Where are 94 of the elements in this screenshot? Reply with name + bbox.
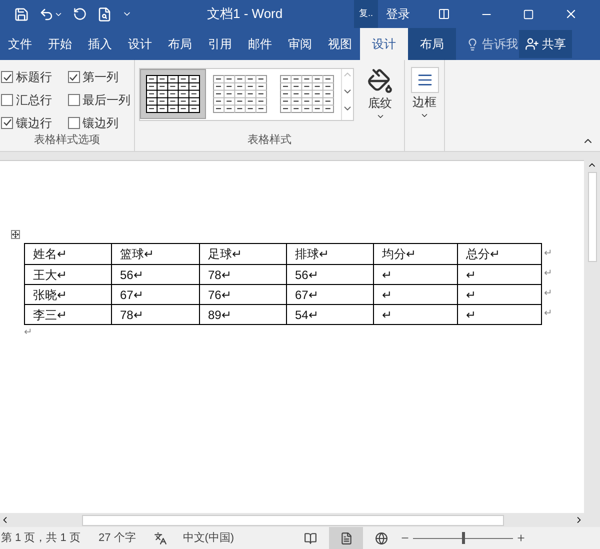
ribbon-tab[interactable]: 插入	[80, 28, 120, 60]
checkbox-label: 镶边行	[16, 114, 52, 132]
shading-button[interactable]: 底纹	[362, 68, 398, 132]
table-grid-icon	[146, 75, 200, 113]
ribbon-tab[interactable]: 审阅	[280, 28, 320, 60]
redo-icon[interactable]	[73, 7, 87, 21]
table-cell: ↵	[373, 305, 457, 324]
checkbox[interactable]	[1, 71, 13, 84]
checkbox-label: 最后一列	[82, 92, 130, 109]
row-end-mark: ↵	[544, 306, 552, 320]
table-move-handle-icon[interactable]	[11, 230, 20, 239]
row-end-mark: ↵	[544, 266, 552, 280]
caret-icon	[376, 112, 384, 121]
page-icon	[340, 532, 353, 544]
table-cell: ↵	[457, 265, 541, 284]
group-label: 表格样式选项	[33, 133, 101, 148]
window-title: 文档1 - Word	[207, 5, 284, 24]
table-cell: 89↵	[199, 305, 286, 324]
checkbox-label: 汇总行	[16, 92, 52, 109]
table-cell: ↵	[373, 285, 457, 304]
share-button[interactable]: 共享	[519, 30, 572, 58]
sign-in-button[interactable]: 登录	[384, 5, 412, 23]
read-mode-icon[interactable]	[304, 532, 318, 544]
borders-icon	[416, 72, 432, 88]
page-count[interactable]: 第 1 页，共 1 页	[1, 530, 80, 546]
scroll-thumb[interactable]	[82, 514, 504, 526]
checkbox-label: 第一列	[82, 69, 118, 86]
paragraph-mark: ↵	[24, 326, 33, 340]
table-cell-text: 姓名↵	[32, 246, 68, 263]
undo-icon[interactable]	[39, 6, 54, 22]
print-preview-icon[interactable]	[97, 6, 112, 22]
tell-me-field[interactable]: 告诉我	[482, 35, 518, 53]
checkbox-label: 标题行	[16, 69, 52, 86]
table-cell: 总分↵	[457, 244, 541, 264]
ribbon-tab[interactable]: 文件	[0, 28, 40, 60]
zoom-slider-track[interactable]	[413, 532, 514, 544]
table-style-thumbnail[interactable]	[140, 69, 206, 119]
save-icon[interactable]	[14, 6, 29, 22]
table-cell: 78↵	[111, 305, 199, 324]
table-grid-icon	[213, 75, 267, 113]
ribbon-tab[interactable]: 设计	[120, 28, 160, 60]
checkbox[interactable]	[68, 116, 80, 129]
lightbulb-icon	[466, 38, 479, 50]
check-icon	[2, 118, 12, 128]
checkbox[interactable]	[1, 94, 13, 106]
table-grid-icon	[280, 75, 334, 113]
scroll-thumb[interactable]	[588, 172, 596, 262]
ribbon-tab[interactable]: 引用	[200, 28, 240, 60]
ribbon-tab[interactable]: 开始	[40, 28, 80, 60]
table-cell: ↵	[457, 305, 541, 324]
ribbon-tab[interactable]: 设计	[360, 28, 408, 60]
print-layout-button[interactable]	[329, 527, 364, 549]
person-add-icon	[525, 37, 539, 51]
paint-bucket-icon	[367, 68, 393, 94]
table-cell: 56↵	[111, 265, 199, 284]
table-cell: 篮球↵	[111, 244, 199, 264]
check-icon	[69, 72, 78, 82]
table-cell-text: 张晓↵	[32, 286, 68, 304]
caret-icon	[420, 111, 429, 120]
table-cell-text: 李三↵	[32, 306, 68, 324]
word-count[interactable]: 27 个字	[98, 530, 136, 546]
table-cell: ↵	[373, 265, 457, 284]
table-cell: 均分↵	[373, 244, 457, 264]
check-icon	[2, 72, 12, 82]
table-cell: 排球↵	[286, 244, 373, 264]
zoom-thumb[interactable]	[462, 532, 465, 544]
checkbox-label: 镶边列	[82, 114, 118, 132]
checkbox[interactable]	[68, 71, 80, 84]
table-cell-text: 王大↵	[32, 266, 68, 284]
ribbon-display-icon[interactable]	[438, 8, 450, 20]
ribbon-tab[interactable]: 邮件	[240, 28, 280, 60]
table-cell: 78↵	[199, 265, 286, 284]
ribbon-tab[interactable]: 布局	[160, 28, 200, 60]
table-cell: 56↵	[286, 265, 373, 284]
table-cell: 67↵	[286, 285, 373, 304]
table-cell: 76↵	[199, 285, 286, 304]
group-label: 表格样式	[246, 133, 292, 148]
zoom-in-icon[interactable]	[516, 533, 526, 543]
checkbox[interactable]	[1, 116, 13, 129]
checkbox[interactable]	[68, 94, 80, 106]
row-end-mark: ↵	[544, 246, 552, 260]
web-layout-icon[interactable]	[375, 532, 388, 544]
language[interactable]: 中文(中国)	[182, 530, 234, 546]
maximize-icon[interactable]	[523, 8, 534, 20]
ribbon-tab[interactable]: 视图	[320, 28, 360, 60]
table-cell: 54↵	[286, 305, 373, 324]
row-end-mark: ↵	[544, 286, 552, 300]
table-cell: ↵	[457, 285, 541, 304]
ribbon-tab[interactable]: 布局	[408, 28, 456, 60]
table-cell: 足球↵	[199, 244, 286, 264]
close-icon[interactable]	[564, 7, 578, 21]
table-cell: 67↵	[111, 285, 199, 304]
account-hint: 复..	[354, 0, 378, 28]
borders-button[interactable]: 边框	[410, 67, 438, 151]
